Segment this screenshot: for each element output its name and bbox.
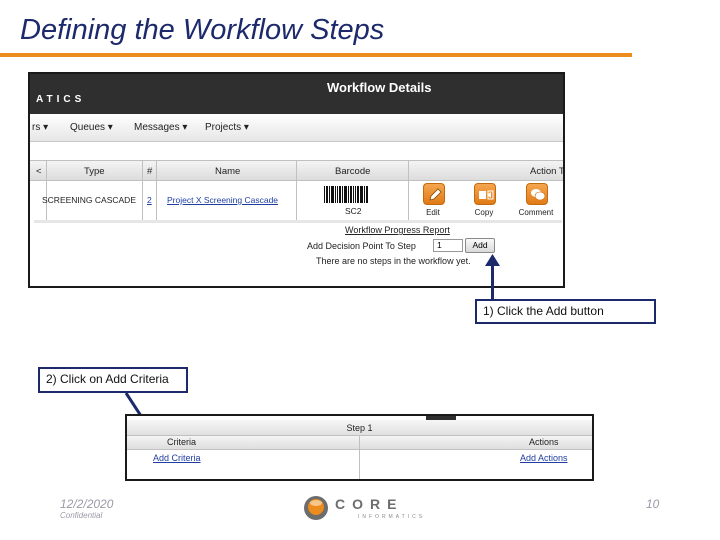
col-divider <box>46 160 47 220</box>
pencil-icon <box>423 183 445 205</box>
step-criteria-screenshot: Step 1 Criteria Actions Add Criteria Add… <box>125 414 594 481</box>
col-name: Name <box>215 166 241 177</box>
nav-item-queues[interactable]: Queues ▾ <box>70 122 113 133</box>
workflow-progress-report-link[interactable]: Workflow Progress Report <box>345 225 450 235</box>
arrow-to-add-button <box>491 262 494 300</box>
col-divider <box>142 160 143 220</box>
company-logo: CORE INFORMATICS <box>302 494 422 524</box>
barcode-text: SC2 <box>345 206 362 216</box>
comment-icon <box>526 183 548 205</box>
col-num: # <box>147 166 153 177</box>
col-divider <box>296 160 297 220</box>
app-brand: ATICS <box>36 94 86 105</box>
add-button[interactable]: Add <box>465 238 495 253</box>
row-separator <box>34 220 562 223</box>
comment-button[interactable]: Comment <box>512 180 560 220</box>
add-actions-link[interactable]: Add Actions <box>520 453 568 463</box>
copy-label: Copy <box>474 208 494 217</box>
nav-item-projects[interactable]: Projects ▾ <box>205 122 249 133</box>
arrow-head-up <box>485 254 500 266</box>
nav-item-reports[interactable]: rs ▾ <box>32 122 48 133</box>
step-number-input[interactable]: 1 <box>433 239 463 252</box>
title-underline <box>0 53 632 57</box>
slide-title: Defining the Workflow Steps <box>20 14 385 46</box>
edit-label: Edit <box>426 208 440 217</box>
add-decision-label: Add Decision Point To Step <box>307 241 416 251</box>
row-type: SCREENING CASCADE <box>42 195 136 205</box>
copy-button[interactable]: Copy <box>460 180 508 220</box>
copy-icon <box>474 183 496 205</box>
page-number: 10 <box>646 497 660 511</box>
col-barcode: Barcode <box>335 166 371 177</box>
col-divider <box>359 436 360 479</box>
logo-subtitle: INFORMATICS <box>358 514 426 520</box>
col-action: Action T <box>530 166 565 177</box>
col-divider <box>156 160 157 220</box>
app-header: ATICS Workflow Details <box>30 74 563 114</box>
actions-header: Actions <box>529 437 559 447</box>
col-type: Type <box>84 166 105 177</box>
page-heading: Workflow Details <box>327 80 432 95</box>
footer-confidential: Confidential <box>60 511 103 520</box>
step-header: Step 1 <box>127 420 592 436</box>
barcode-image <box>324 186 380 203</box>
nav-bar: rs ▾ Queues ▾ Messages ▾ Projects ▾ <box>30 114 563 142</box>
footer-date: 12/2/2020 <box>60 497 114 511</box>
callout-click-criteria: 2) Click on Add Criteria <box>38 367 188 393</box>
no-steps-message: There are no steps in the workflow yet. <box>316 256 471 266</box>
logo-mark-icon <box>304 496 328 520</box>
criteria-header: Criteria <box>167 437 197 447</box>
comment-label: Comment <box>518 208 554 217</box>
callout-click-add: 1) Click the Add button <box>475 299 656 324</box>
edit-button[interactable]: Edit <box>409 180 457 220</box>
row-name-link[interactable]: Project X Screening Cascade <box>167 195 278 205</box>
nav-item-messages[interactable]: Messages ▾ <box>134 122 187 133</box>
logo-word: CORE <box>335 496 404 512</box>
row-num-link[interactable]: 2 <box>147 195 152 205</box>
add-criteria-link[interactable]: Add Criteria <box>153 453 201 463</box>
col-prev[interactable]: < <box>36 166 42 177</box>
